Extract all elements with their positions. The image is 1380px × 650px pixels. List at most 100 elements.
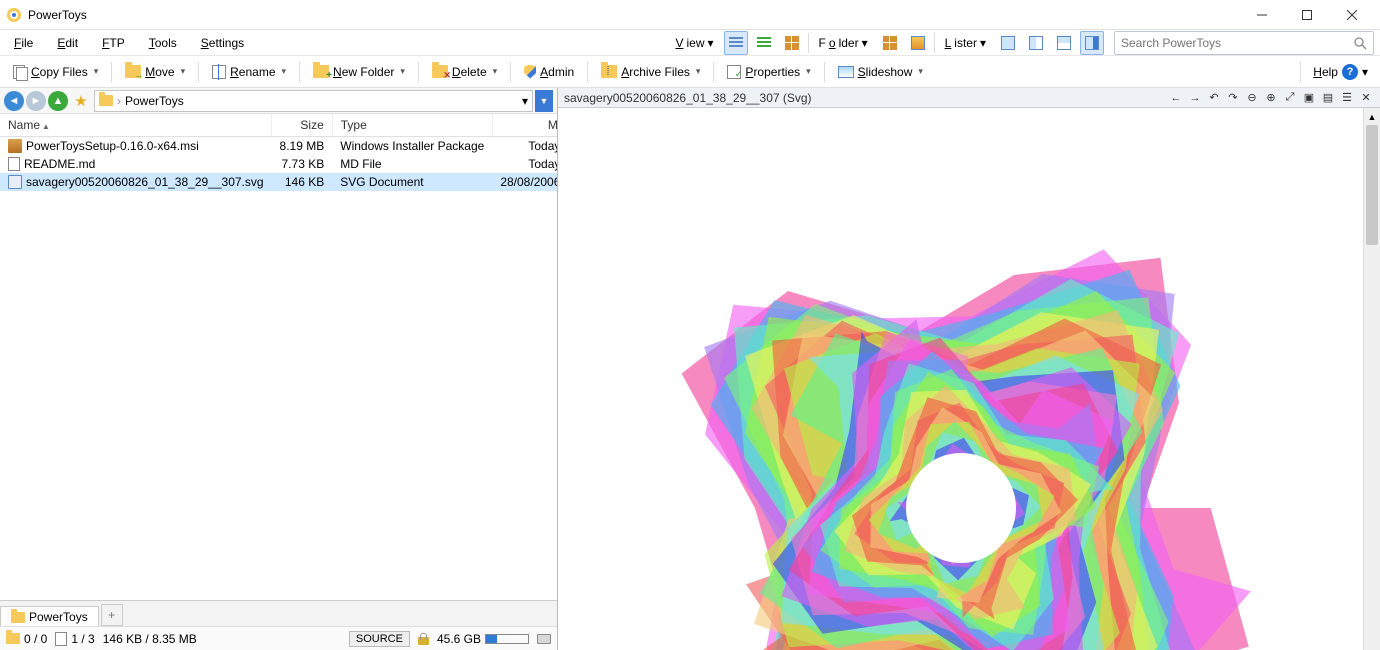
column-modified[interactable]: Modified	[492, 114, 557, 137]
column-type[interactable]: Type	[332, 114, 492, 137]
lister-single-icon[interactable]	[996, 31, 1020, 55]
rename-button[interactable]: Rename▾	[205, 61, 293, 83]
menu-settings[interactable]: Settings	[193, 33, 252, 53]
slideshow-icon	[838, 66, 854, 78]
breadcrumb-history-button[interactable]: ▼	[535, 90, 553, 112]
view-mode-details-icon[interactable]	[724, 31, 748, 55]
folder-icon	[6, 633, 20, 644]
maximize-button[interactable]	[1284, 0, 1329, 30]
file-type: MD File	[332, 155, 492, 173]
folder-icon	[11, 612, 25, 623]
move-icon	[125, 65, 141, 78]
file-size: 7.73 KB	[272, 155, 333, 173]
archive-files-button[interactable]: Archive Files▾	[594, 61, 707, 83]
drive-icon	[537, 634, 551, 644]
preview-pane: savagery00520060826_01_38_29__307 (Svg) …	[558, 88, 1380, 650]
new-tab-button[interactable]: +	[101, 604, 123, 626]
preview-hex-icon[interactable]: ▤	[1320, 90, 1336, 106]
view-menu[interactable]: View ▾	[669, 34, 719, 52]
lock-icon	[418, 633, 429, 645]
window-title: PowerToys	[28, 8, 1239, 22]
file-icon	[55, 632, 67, 646]
table-row[interactable]: README.md 7.73 KBMD FileToday 20:21	[0, 155, 557, 173]
preview-zoom-out-icon[interactable]: ⊖	[1244, 90, 1260, 106]
preview-rotate-right-icon[interactable]: ↷	[1225, 90, 1241, 106]
lister-dual-vert-icon[interactable]	[1024, 31, 1048, 55]
close-button[interactable]	[1329, 0, 1374, 30]
nav-favorites-button[interactable]: ★	[70, 90, 92, 112]
preview-settings-icon[interactable]: ☰	[1339, 90, 1355, 106]
new-folder-button[interactable]: New Folder▾	[306, 61, 412, 83]
archive-icon	[601, 65, 617, 78]
status-size: 146 KB / 8.35 MB	[103, 632, 197, 646]
view-mode-thumbnails-icon[interactable]	[780, 31, 804, 55]
breadcrumb[interactable]: › PowerToys ▾	[94, 90, 533, 112]
file-list: Name▲ Size Type Modified PowerToysSetup-…	[0, 114, 557, 600]
preview-close-icon[interactable]: ✕	[1358, 90, 1374, 106]
preview-scrollbar[interactable]: ▲	[1363, 108, 1380, 650]
delete-icon	[432, 65, 448, 78]
table-row[interactable]: savagery00520060826_01_38_29__307.svg146…	[0, 173, 557, 191]
menu-edit[interactable]: Edit	[49, 33, 86, 53]
search-icon	[1353, 36, 1367, 50]
lister-preview-icon[interactable]	[1080, 31, 1104, 55]
minimize-button[interactable]	[1239, 0, 1284, 30]
table-row[interactable]: PowerToysSetup-0.16.0-x64.msi8.19 MBWind…	[0, 137, 557, 156]
sort-ascending-icon: ▲	[42, 122, 50, 131]
menu-file[interactable]: File	[6, 33, 41, 53]
nav-forward-button[interactable]: ►	[26, 91, 46, 111]
folder-tab[interactable]: PowerToys	[0, 606, 99, 627]
folder-menu[interactable]: Folder ▾	[813, 34, 874, 52]
file-type-icon	[8, 157, 20, 171]
menu-tools[interactable]: Tools	[141, 33, 185, 53]
app-icon	[6, 7, 22, 23]
delete-button[interactable]: Delete▾	[425, 61, 504, 83]
file-modified: 28/08/2006 23:17	[492, 173, 557, 191]
breadcrumb-segment[interactable]: PowerToys	[125, 94, 184, 108]
rename-icon	[212, 65, 226, 79]
breadcrumb-dropdown[interactable]: ▾	[522, 94, 528, 108]
preview-prev-icon[interactable]: ←	[1168, 90, 1184, 106]
help-button[interactable]: Help?▾	[1307, 61, 1374, 83]
column-name[interactable]: Name▲	[0, 114, 272, 137]
admin-button[interactable]: Admin	[517, 61, 581, 83]
preview-rotate-left-icon[interactable]: ↶	[1206, 90, 1222, 106]
move-button[interactable]: Move▾	[118, 61, 192, 83]
file-type-icon	[8, 175, 22, 189]
nav-up-button[interactable]: ▲	[48, 91, 68, 111]
column-size[interactable]: Size	[272, 114, 333, 137]
lister-menu[interactable]: Lister ▾	[939, 34, 992, 52]
view-mode-list-icon[interactable]	[752, 31, 776, 55]
preview-next-icon[interactable]: →	[1187, 90, 1203, 106]
file-name: PowerToysSetup-0.16.0-x64.msi	[26, 139, 199, 153]
disk-usage-bar	[485, 634, 529, 644]
help-icon: ?	[1342, 64, 1358, 80]
preview-header: savagery00520060826_01_38_29__307 (Svg) …	[558, 88, 1380, 108]
preview-filename: savagery00520060826_01_38_29__307 (Svg)	[564, 91, 1162, 105]
search-box[interactable]	[1114, 31, 1374, 55]
file-size: 146 KB	[272, 173, 333, 191]
properties-button[interactable]: Properties▾	[720, 61, 817, 83]
slideshow-button[interactable]: Slideshow▾	[831, 61, 930, 83]
folder-view1-icon[interactable]	[878, 31, 902, 55]
menu-ftp[interactable]: FTP	[94, 33, 133, 53]
folder-view2-icon[interactable]	[906, 31, 930, 55]
main-toolbar: Copy Files▾ Move▾ Rename▾ New Folder▾ De…	[0, 56, 1380, 88]
menu-bar: File Edit FTP Tools Settings View ▾ Fold…	[0, 30, 1380, 56]
copy-icon	[13, 65, 27, 79]
scroll-up-icon[interactable]: ▲	[1364, 108, 1380, 125]
file-name: README.md	[24, 157, 95, 171]
lister-dual-horiz-icon[interactable]	[1052, 31, 1076, 55]
copy-files-button[interactable]: Copy Files▾	[6, 61, 105, 83]
preview-zoom-fit-icon[interactable]: ⤢	[1282, 90, 1298, 106]
folder-icon	[99, 95, 113, 106]
scroll-thumb[interactable]	[1366, 125, 1378, 245]
status-folders: 0 / 0	[24, 632, 47, 646]
file-modified: Today 20:02	[492, 137, 557, 156]
file-modified: Today 20:21	[492, 155, 557, 173]
file-type: SVG Document	[332, 173, 492, 191]
preview-frame-icon[interactable]: ▣	[1301, 90, 1317, 106]
search-input[interactable]	[1121, 36, 1353, 50]
preview-zoom-in-icon[interactable]: ⊕	[1263, 90, 1279, 106]
nav-back-button[interactable]: ◄	[4, 91, 24, 111]
